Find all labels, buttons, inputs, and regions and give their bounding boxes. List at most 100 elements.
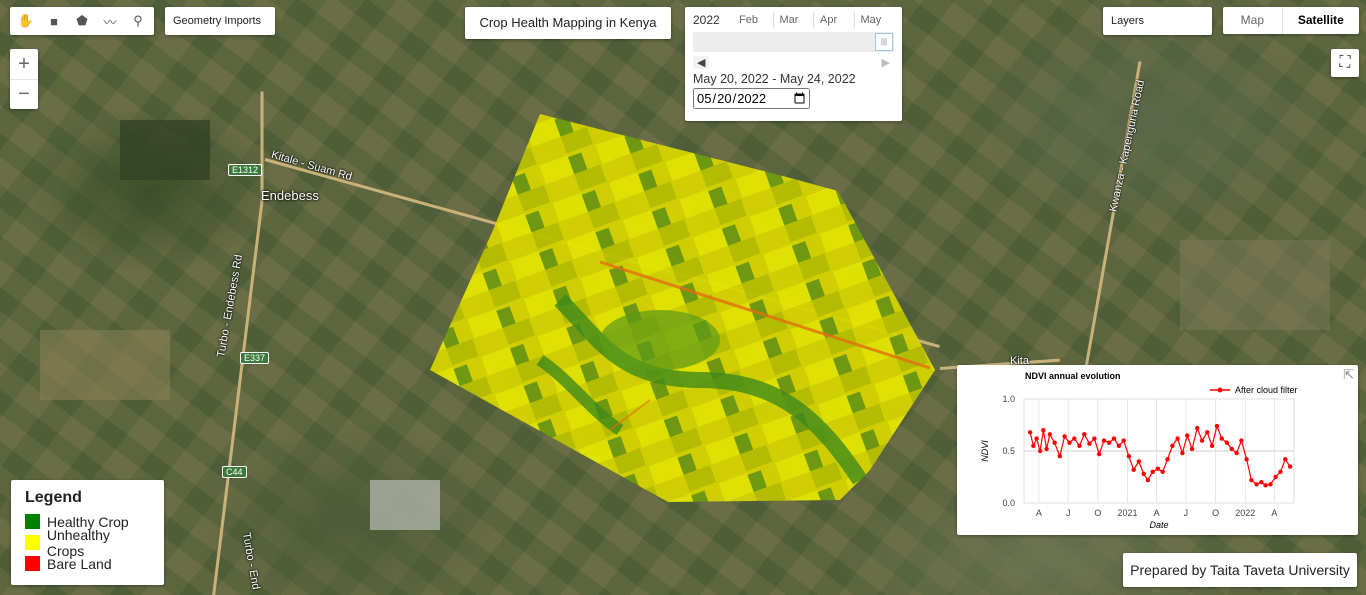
- y-tick-label: 1.0: [1002, 394, 1015, 404]
- data-point: [1111, 436, 1117, 441]
- data-point: [1165, 457, 1170, 462]
- y-axis-label: NDVI: [980, 440, 990, 462]
- data-point: [1077, 443, 1082, 448]
- data-point: [1116, 443, 1122, 448]
- map-type-satellite-button[interactable]: Satellite: [1283, 7, 1359, 34]
- data-point: [1141, 471, 1146, 477]
- map-type-control: Map Satellite: [1223, 7, 1359, 34]
- data-point: [1259, 480, 1264, 485]
- data-point: [1150, 469, 1155, 474]
- data-point: [1027, 430, 1033, 435]
- data-point: [1185, 433, 1190, 438]
- date-range-text: May 20, 2022 - May 24, 2022: [693, 72, 856, 86]
- data-point: [1067, 440, 1072, 445]
- x-tick-label: A: [1154, 508, 1160, 518]
- geometry-imports-button[interactable]: Geometry Imports: [165, 7, 275, 35]
- date-input[interactable]: [693, 88, 810, 109]
- data-point: [1031, 443, 1036, 448]
- x-axis-label: Date: [1149, 520, 1168, 530]
- x-tick-label: O: [1094, 508, 1101, 518]
- data-point: [1175, 436, 1180, 441]
- legend-item: Unhealthy Crops: [25, 527, 150, 559]
- slider-month: Apr: [814, 12, 855, 28]
- data-point: [1219, 436, 1224, 441]
- data-point: [1082, 432, 1087, 437]
- legend-series-label: After cloud filter: [1235, 385, 1298, 395]
- legend-label: Bare Land: [47, 555, 112, 572]
- data-point: [1034, 436, 1039, 441]
- x-tick-label: O: [1212, 508, 1219, 518]
- data-point: [1234, 450, 1239, 456]
- data-point: [1205, 430, 1210, 435]
- data-point: [1087, 441, 1092, 446]
- data-point: [1160, 469, 1165, 474]
- data-point: [1278, 469, 1283, 474]
- data-point: [1126, 454, 1132, 459]
- data-point: [1062, 434, 1067, 439]
- data-point: [1287, 464, 1293, 469]
- data-point: [1121, 438, 1126, 443]
- slider-year: 2022: [693, 13, 720, 27]
- x-tick-label: A: [1036, 508, 1042, 518]
- data-point: [1131, 467, 1136, 472]
- legend-marker: [1217, 387, 1223, 393]
- data-point: [1214, 423, 1220, 429]
- layers-button[interactable]: Layers: [1103, 7, 1212, 35]
- legend-title: Legend: [25, 489, 82, 506]
- slider-month: Feb: [733, 12, 774, 28]
- data-point: [1180, 450, 1185, 456]
- data-point: [1195, 425, 1200, 431]
- x-tick-label: 2022: [1235, 508, 1255, 518]
- prev-date-button[interactable]: ◀: [693, 56, 710, 69]
- x-tick-label: A: [1271, 508, 1277, 518]
- data-point: [1145, 477, 1151, 483]
- ndvi-chart-panel: ⇱ NDVI annual evolution 0.0 0.5 1.0 A J O 2021 A…: [957, 365, 1358, 535]
- legend-swatch-unhealthy: [25, 535, 40, 550]
- data-point: [1072, 436, 1077, 441]
- data-point: [1254, 482, 1259, 487]
- data-point: [1096, 451, 1102, 457]
- x-tick-label: 2021: [1118, 508, 1138, 518]
- data-point: [1199, 438, 1205, 443]
- slider-month: May: [860, 14, 882, 26]
- data-point: [1092, 436, 1097, 441]
- data-point: [1136, 459, 1142, 464]
- series-line: [1029, 423, 1291, 486]
- zoom-in-button[interactable]: +: [10, 49, 38, 80]
- zoom-out-button[interactable]: −: [10, 80, 38, 109]
- polygon-icon[interactable]: ⬟: [68, 8, 96, 34]
- data-point: [1189, 446, 1195, 452]
- legend-panel: Legend Healthy Crop Unhealthy Crops Bare…: [11, 480, 164, 585]
- data-point: [1263, 483, 1268, 488]
- open-chart-icon[interactable]: ⇱: [1343, 367, 1354, 383]
- marker-icon[interactable]: ⚲: [124, 8, 152, 34]
- data-point: [1209, 443, 1215, 448]
- data-point: [1106, 440, 1112, 445]
- y-tick-label: 0.0: [1002, 498, 1015, 508]
- data-point: [1052, 440, 1057, 445]
- rectangle-icon[interactable]: ■: [40, 8, 68, 34]
- next-date-button[interactable]: ▶: [878, 56, 894, 69]
- data-point: [1041, 428, 1046, 433]
- page-title: Crop Health Mapping in Kenya: [465, 7, 671, 39]
- data-point: [1057, 454, 1063, 459]
- data-point: [1273, 474, 1278, 480]
- data-point: [1170, 443, 1175, 448]
- data-point: [1229, 446, 1234, 452]
- fullscreen-icon[interactable]: ⛶: [1331, 49, 1359, 77]
- slider-month: Mar: [774, 12, 814, 28]
- drawing-toolbar: ✋ ■ ⬟ 〰 ⚲: [10, 7, 154, 35]
- zoom-control: + −: [10, 49, 38, 109]
- data-point: [1283, 457, 1288, 462]
- data-point: [1244, 457, 1249, 462]
- slider-track[interactable]: |||: [693, 32, 894, 52]
- legend-swatch-healthy: [25, 514, 40, 529]
- data-point: [1101, 438, 1107, 443]
- data-point: [1044, 446, 1049, 452]
- slider-handle[interactable]: |||: [875, 33, 893, 51]
- line-icon[interactable]: 〰: [96, 8, 124, 34]
- pan-hand-icon[interactable]: ✋: [12, 8, 40, 34]
- map-type-map-button[interactable]: Map: [1223, 7, 1283, 34]
- legend-swatch-bare: [25, 556, 40, 571]
- data-point: [1239, 438, 1244, 443]
